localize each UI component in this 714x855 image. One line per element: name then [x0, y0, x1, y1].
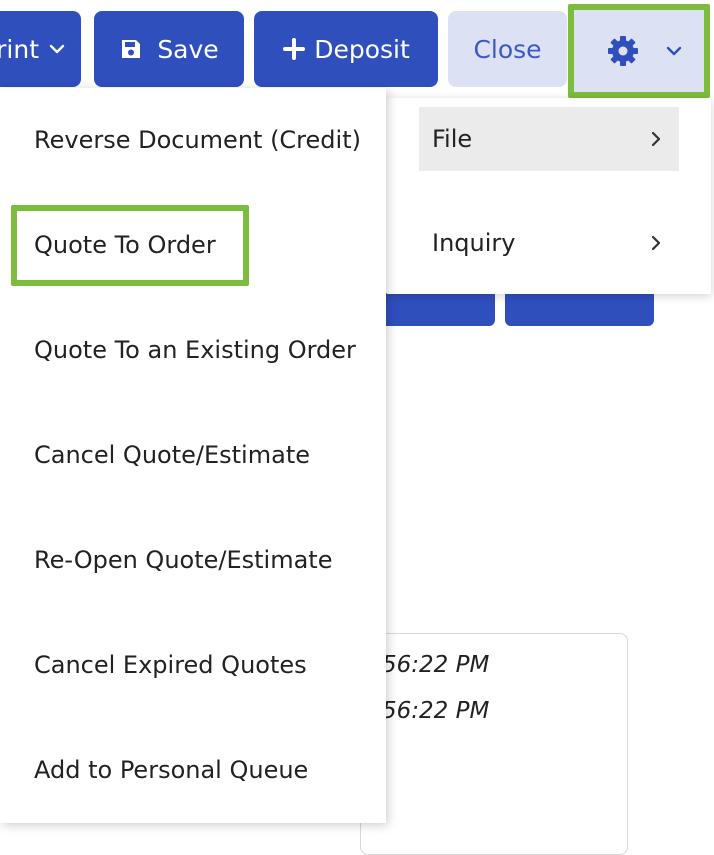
save-button-label: Save: [157, 34, 219, 64]
timestamp: 56:22 PM: [382, 698, 490, 724]
gear-icon: [606, 34, 640, 68]
menu-item-inquiry[interactable]: Inquiry: [419, 211, 679, 275]
print-button[interactable]: rint: [0, 11, 81, 87]
close-button-label: Close: [473, 34, 542, 64]
menu-item-cancel-expired-quotes[interactable]: Cancel Expired Quotes: [34, 650, 307, 680]
chevron-down-icon: [49, 43, 65, 55]
menu-item-label: Inquiry: [432, 229, 516, 257]
menu-item-reverse-document[interactable]: Reverse Document (Credit): [34, 125, 361, 155]
file-actions-menu: Reverse Document (Credit) Quote To Order…: [0, 88, 386, 823]
menu-item-quote-to-existing-order[interactable]: Quote To an Existing Order: [34, 335, 356, 365]
print-button-label: rint: [0, 34, 39, 64]
floppy-disk-icon: [119, 37, 143, 61]
menu-item-reopen-quote[interactable]: Re-Open Quote/Estimate: [34, 545, 332, 575]
plus-icon: [282, 37, 306, 61]
chevron-right-icon: [651, 131, 661, 147]
save-button[interactable]: Save: [94, 11, 244, 87]
settings-menu: File Inquiry: [386, 98, 711, 294]
menu-item-add-to-personal-queue[interactable]: Add to Personal Queue: [34, 755, 308, 785]
timestamp: 56:22 PM: [382, 652, 490, 678]
chevron-right-icon: [651, 235, 661, 251]
close-button[interactable]: Close: [448, 11, 567, 87]
settings-dropdown-button[interactable]: [568, 4, 710, 98]
deposit-button[interactable]: Deposit: [254, 11, 438, 87]
menu-item-file[interactable]: File: [419, 107, 679, 171]
deposit-button-label: Deposit: [314, 34, 410, 64]
menu-item-cancel-quote[interactable]: Cancel Quote/Estimate: [34, 440, 310, 470]
menu-item-label: File: [432, 125, 473, 153]
chevron-down-icon: [666, 45, 682, 57]
highlight-box: [11, 205, 249, 286]
